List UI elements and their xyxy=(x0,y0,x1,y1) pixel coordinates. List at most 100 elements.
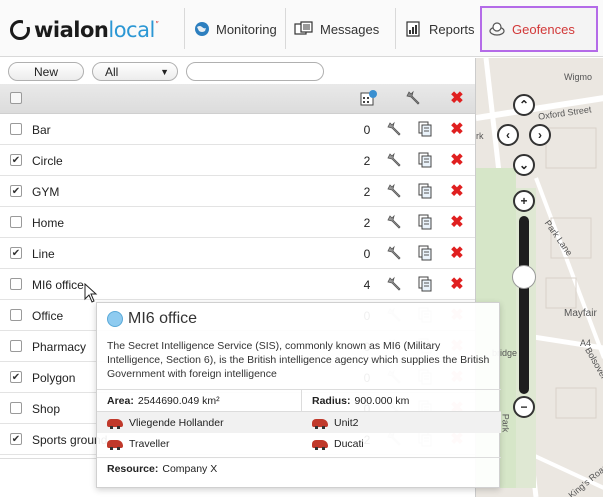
copy-geofence-icon[interactable] xyxy=(416,120,434,138)
geofence-visibility-checkbox[interactable] xyxy=(10,247,22,259)
delete-geofence-icon[interactable]: ✖ xyxy=(448,120,466,138)
tooltip-title-text: MI6 office xyxy=(128,310,198,327)
pan-left-button[interactable]: ‹ xyxy=(497,124,519,146)
wrench-icon[interactable] xyxy=(386,182,404,200)
map-street-label: Mayfair xyxy=(564,308,597,319)
filter-select-value: All xyxy=(105,64,119,79)
units-in-geofence-icon[interactable] xyxy=(360,89,378,107)
geofence-info-tooltip: MI6 office The Secret Intelligence Servi… xyxy=(96,302,501,488)
geofence-row[interactable]: Bar 0 ✖ xyxy=(0,114,475,145)
map-street-label: Park xyxy=(500,413,511,433)
wrench-icon[interactable] xyxy=(386,151,404,169)
geofence-visibility-checkbox[interactable] xyxy=(10,402,22,414)
geofence-name[interactable]: Polygon xyxy=(32,371,75,385)
geofence-name[interactable]: Office xyxy=(32,309,63,323)
delete-geofence-icon[interactable]: ✖ xyxy=(448,213,466,231)
wrench-icon[interactable] xyxy=(386,275,404,293)
geofence-visibility-checkbox[interactable] xyxy=(10,433,22,445)
wrench-icon[interactable] xyxy=(386,244,404,262)
delete-geofence-icon[interactable]: ✖ xyxy=(448,151,466,169)
logo-text-primary: wialon xyxy=(34,18,109,42)
copy-geofence-icon[interactable] xyxy=(416,244,434,262)
pan-up-button[interactable]: ⌃ xyxy=(513,94,535,116)
zoom-in-button[interactable]: + xyxy=(513,190,535,212)
unit-cell: Traveller xyxy=(97,433,302,455)
nav-divider xyxy=(285,8,286,49)
tab-monitoring[interactable]: Monitoring xyxy=(188,6,283,52)
unit-cell: Ducati xyxy=(302,433,501,455)
geofence-row[interactable]: Home 2 ✖ xyxy=(0,207,475,238)
wialon-local-logo[interactable]: wialon local ″ xyxy=(10,16,159,44)
geofence-name[interactable]: Circle xyxy=(32,154,63,168)
units-in-geofence-count: 2 xyxy=(363,216,371,230)
geofence-visibility-checkbox[interactable] xyxy=(10,340,22,352)
delete-geofence-icon[interactable]: ✖ xyxy=(448,244,466,262)
zoom-slider-track[interactable] xyxy=(519,216,529,394)
mouse-pointer-icon xyxy=(84,283,98,303)
tooltip-units-row: Traveller Ducati xyxy=(97,433,501,455)
tooltip-resource-row: Resource: Company X xyxy=(97,457,501,479)
zoom-slider-handle[interactable] xyxy=(512,265,536,289)
geofence-toolbar: New All ▼ xyxy=(0,58,475,84)
delete-geofence-icon[interactable]: ✖ xyxy=(448,182,466,200)
geofence-name[interactable]: Pharmacy xyxy=(32,340,86,354)
pan-down-button[interactable]: ⌄ xyxy=(513,154,535,176)
units-in-geofence-count: 4 xyxy=(363,278,371,292)
filter-select[interactable]: All ▼ xyxy=(92,62,178,81)
pan-right-button[interactable]: › xyxy=(529,124,551,146)
dropdown-arrow-icon: ▼ xyxy=(160,66,169,77)
reports-icon xyxy=(405,21,423,37)
tooltip-description: The Secret Intelligence Service (SIS), c… xyxy=(107,340,490,380)
geofence-row[interactable]: GYM 2 ✖ xyxy=(0,176,475,207)
select-all-checkbox[interactable] xyxy=(10,92,22,104)
messages-icon xyxy=(294,21,314,37)
tab-reports[interactable]: Reports xyxy=(399,6,481,52)
tab-geofences[interactable]: Geofences xyxy=(480,6,598,52)
geofence-row[interactable]: Circle 2 ✖ xyxy=(0,145,475,176)
unit-name: Traveller xyxy=(129,438,170,450)
copy-geofence-icon[interactable] xyxy=(416,151,434,169)
geofence-name[interactable]: Line xyxy=(32,247,55,261)
geofence-visibility-checkbox[interactable] xyxy=(10,371,22,383)
car-icon xyxy=(107,440,123,450)
copy-geofence-icon[interactable] xyxy=(416,275,434,293)
geofence-visibility-checkbox[interactable] xyxy=(10,185,22,197)
tooltip-metrics-row: Area: 2544690.049 km² Radius: 900.000 km xyxy=(97,389,501,412)
delete-geofence-icon[interactable]: ✖ xyxy=(448,275,466,293)
wrench-icon[interactable] xyxy=(386,120,404,138)
copy-geofence-icon[interactable] xyxy=(416,213,434,231)
tab-messages[interactable]: Messages xyxy=(288,6,385,52)
copy-geofence-icon[interactable] xyxy=(416,182,434,200)
map-street-label: Wigmo xyxy=(564,72,593,82)
wrench-icon[interactable] xyxy=(386,213,404,231)
unit-cell: Unit2 xyxy=(302,412,501,434)
unit-cell: Vliegende Hollander xyxy=(97,412,302,434)
wrench-header-icon xyxy=(405,89,423,107)
car-icon xyxy=(312,419,328,429)
tab-label: Geofences xyxy=(512,21,575,37)
list-header: ✖ xyxy=(0,84,475,114)
geofence-icon xyxy=(488,21,506,37)
geofence-row[interactable]: MI6 office 4 ✖ xyxy=(0,269,475,300)
zoom-out-button[interactable]: − xyxy=(513,396,535,418)
geofence-name[interactable]: Shop xyxy=(32,402,60,416)
units-in-geofence-count: 0 xyxy=(363,247,371,261)
unit-name: Vliegende Hollander xyxy=(129,417,224,429)
geofence-visibility-checkbox[interactable] xyxy=(10,309,22,321)
geofence-name[interactable]: MI6 office xyxy=(32,278,84,292)
geofence-name[interactable]: Home xyxy=(32,216,64,230)
geofence-name[interactable]: Bar xyxy=(32,123,51,137)
logo-text-secondary: local xyxy=(108,18,155,42)
geofence-visibility-checkbox[interactable] xyxy=(10,154,22,166)
area-label: Area: xyxy=(107,395,134,407)
geofence-name[interactable]: GYM xyxy=(32,185,59,199)
geofence-visibility-checkbox[interactable] xyxy=(10,278,22,290)
tab-label: Reports xyxy=(429,21,475,37)
geofence-visibility-checkbox[interactable] xyxy=(10,123,22,135)
geofence-visibility-checkbox[interactable] xyxy=(10,216,22,228)
geofence-row[interactable]: Line 0 ✖ xyxy=(0,238,475,269)
logo-ring-icon xyxy=(10,18,32,40)
search-input[interactable] xyxy=(186,62,324,81)
nav-divider xyxy=(184,8,185,49)
new-geofence-button[interactable]: New xyxy=(8,62,84,81)
